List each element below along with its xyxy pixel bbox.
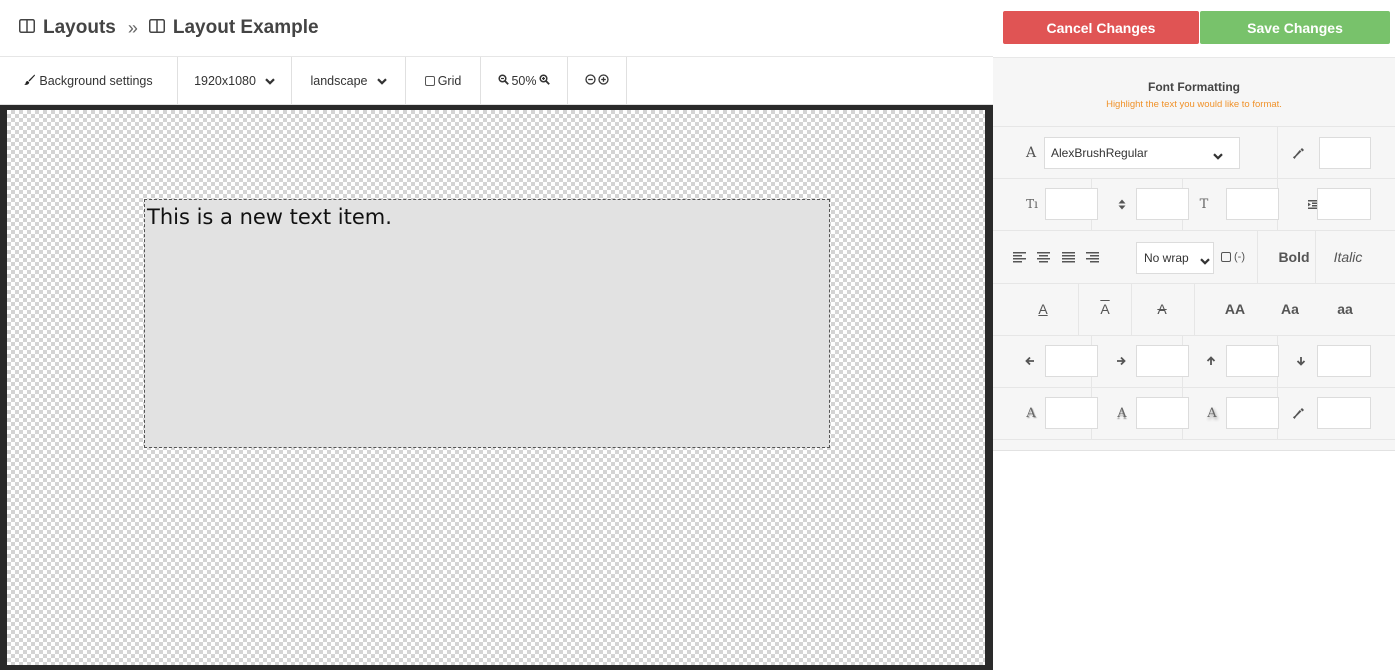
text-shadow-icon: A bbox=[1026, 405, 1036, 421]
arrow-right-icon bbox=[1114, 346, 1128, 376]
shadow-blur-field[interactable] bbox=[1226, 397, 1279, 429]
layout-toolbar: Background settings 1920x1080 landscape … bbox=[0, 57, 993, 105]
offset-up-field[interactable] bbox=[1226, 345, 1279, 377]
offset-left-field[interactable] bbox=[1045, 345, 1098, 377]
text-shadow-blur-icon: A bbox=[1207, 405, 1217, 421]
font-formatting-panel: Font Formatting Highlight the text you w… bbox=[993, 57, 1395, 451]
orientation-dropdown[interactable]: landscape bbox=[292, 57, 406, 104]
font-color-field[interactable] bbox=[1319, 137, 1371, 169]
shadow-color-field[interactable] bbox=[1317, 397, 1371, 429]
underline-button[interactable]: A bbox=[1023, 294, 1063, 324]
align-center-icon[interactable] bbox=[1035, 242, 1051, 272]
letter-spacing-icon: T bbox=[1199, 196, 1209, 212]
zoom-level: 50% bbox=[511, 73, 537, 88]
fit-controls bbox=[568, 57, 627, 104]
capitalize-button[interactable]: Aa bbox=[1268, 294, 1312, 324]
indent-field[interactable] bbox=[1317, 188, 1371, 220]
uppercase-button[interactable]: AA bbox=[1213, 294, 1257, 324]
properties-panel: Cancel Changes Save Changes Font Formatt… bbox=[993, 0, 1395, 670]
arrow-up-icon bbox=[1204, 346, 1218, 376]
letter-spacing-field[interactable] bbox=[1226, 188, 1279, 220]
line-height-icon bbox=[1116, 189, 1128, 219]
shadow-x-field[interactable] bbox=[1045, 397, 1098, 429]
strikethrough-button[interactable]: A bbox=[1142, 294, 1182, 324]
eyedropper-icon bbox=[1291, 138, 1307, 168]
text-item[interactable]: This is a new text item. bbox=[144, 199, 830, 448]
canvas-frame: This is a new text item. bbox=[0, 105, 993, 670]
chevron-down-icon bbox=[1213, 149, 1223, 163]
bold-button[interactable]: Bold bbox=[1271, 242, 1317, 272]
offset-down-field[interactable] bbox=[1317, 345, 1371, 377]
align-left-icon[interactable] bbox=[1011, 242, 1027, 272]
font-family-icon: A bbox=[1025, 145, 1037, 161]
breadcrumb-current: Layout Example bbox=[148, 17, 319, 39]
background-settings-button[interactable]: Background settings bbox=[0, 57, 178, 104]
overline-button[interactable]: A bbox=[1085, 294, 1125, 324]
zoom-in-icon[interactable] bbox=[538, 73, 550, 88]
font-formatting-hint: Highlight the text you would like to for… bbox=[1106, 99, 1282, 110]
align-justify-icon[interactable] bbox=[1060, 242, 1076, 272]
grid-toggle[interactable]: Grid bbox=[406, 57, 481, 104]
page-title: Layout Example bbox=[172, 17, 319, 38]
font-size-field[interactable] bbox=[1045, 188, 1098, 220]
wrap-toggle-label: (-) bbox=[1234, 251, 1245, 263]
shadow-y-field[interactable] bbox=[1136, 397, 1189, 429]
breadcrumb-layouts[interactable]: Layouts bbox=[19, 17, 116, 39]
zoom-reset-icon[interactable] bbox=[585, 73, 596, 88]
lowercase-button[interactable]: aa bbox=[1323, 294, 1367, 324]
zoom-fit-icon[interactable] bbox=[598, 73, 609, 88]
font-size-icon: Tı bbox=[1026, 197, 1038, 211]
breadcrumb-separator: » bbox=[127, 17, 138, 38]
text-shadow-offset-icon: A bbox=[1117, 405, 1127, 421]
action-bar: Cancel Changes Save Changes bbox=[993, 0, 1395, 57]
brush-icon bbox=[24, 74, 36, 88]
chevron-down-icon bbox=[265, 74, 275, 88]
wrap-toggle[interactable]: (-) bbox=[1215, 242, 1251, 272]
zoom-out-icon[interactable] bbox=[498, 73, 510, 88]
breadcrumb: Layouts » Layout Example bbox=[0, 0, 993, 57]
background-settings-label: Background settings bbox=[39, 73, 153, 88]
arrow-down-icon bbox=[1294, 346, 1308, 376]
zoom-control: 50% bbox=[481, 57, 568, 104]
save-changes-button[interactable]: Save Changes bbox=[1200, 11, 1390, 44]
eyedropper-icon bbox=[1291, 398, 1307, 428]
arrow-left-icon bbox=[1023, 346, 1037, 376]
chevron-down-icon bbox=[1200, 254, 1210, 268]
orientation-value: landscape bbox=[310, 73, 368, 88]
resolution-value: 1920x1080 bbox=[194, 73, 256, 88]
layout-icon bbox=[148, 17, 165, 39]
cancel-changes-button[interactable]: Cancel Changes bbox=[1003, 11, 1199, 44]
font-family-value: AlexBrushRegular bbox=[1051, 146, 1148, 160]
align-right-icon[interactable] bbox=[1084, 242, 1100, 272]
font-family-dropdown[interactable]: AlexBrushRegular bbox=[1044, 137, 1240, 169]
text-wrap-value: No wrap bbox=[1144, 251, 1189, 265]
breadcrumb-layouts-label: Layouts bbox=[43, 17, 116, 38]
wrap-checkbox[interactable] bbox=[1221, 252, 1231, 262]
offset-right-field[interactable] bbox=[1136, 345, 1189, 377]
grid-label: Grid bbox=[437, 73, 462, 88]
text-wrap-dropdown[interactable]: No wrap bbox=[1136, 242, 1214, 274]
grid-checkbox[interactable] bbox=[424, 75, 435, 86]
italic-button[interactable]: Italic bbox=[1322, 242, 1374, 272]
chevron-down-icon bbox=[376, 74, 387, 88]
layout-canvas[interactable]: This is a new text item. bbox=[7, 110, 985, 665]
resolution-dropdown[interactable]: 1920x1080 bbox=[178, 57, 292, 104]
font-formatting-title: Font Formatting bbox=[1148, 80, 1240, 94]
layout-icon bbox=[19, 17, 35, 39]
line-height-field[interactable] bbox=[1136, 188, 1189, 220]
